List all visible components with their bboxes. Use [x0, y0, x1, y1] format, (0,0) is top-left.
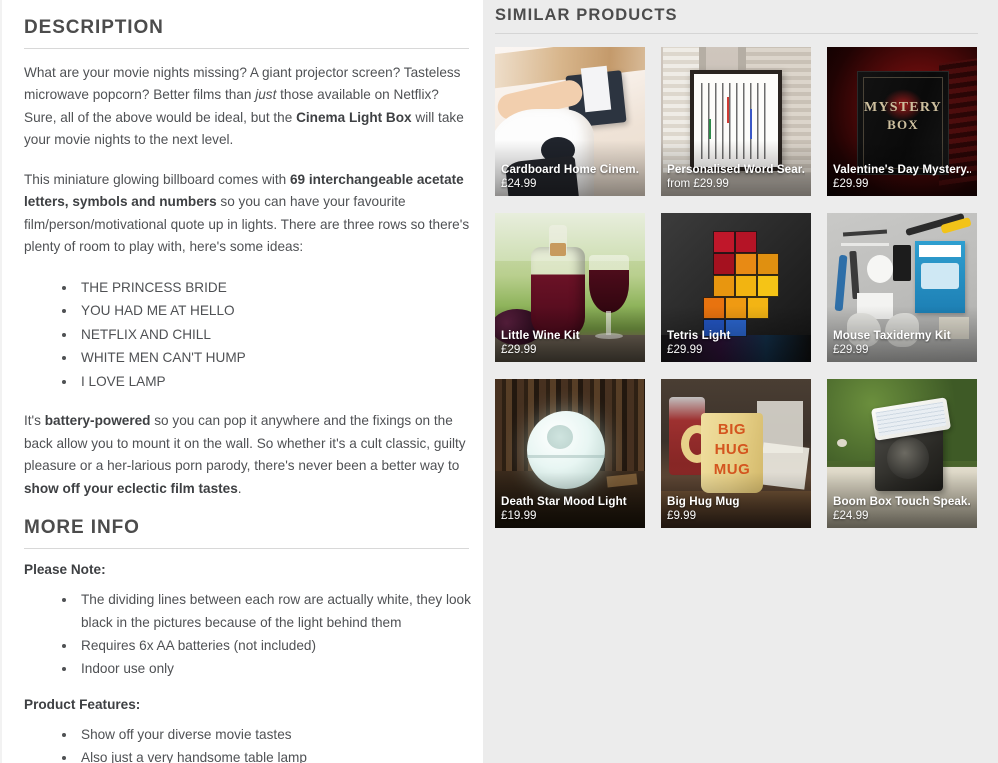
list-item: Requires 6x AA batteries (not included)	[77, 634, 472, 657]
description-paragraph-2: This miniature glowing billboard comes w…	[24, 169, 472, 259]
description-paragraph-3: It's battery-powered so you can pop it a…	[24, 410, 472, 500]
list-item: I LOVE LAMP	[77, 370, 472, 394]
product-caption: Little Wine Kit £29.99	[495, 328, 645, 362]
product-card-tetris-light[interactable]: Tetris Light £29.99	[661, 213, 811, 362]
product-price: £29.99	[667, 343, 703, 356]
product-price: £24.99	[833, 509, 869, 522]
product-caption: Mouse Taxidermy Kit £29.99	[827, 328, 977, 362]
description-heading: DESCRIPTION	[24, 17, 164, 38]
product-title: Tetris Light	[667, 329, 731, 342]
list-item: THE PRINCESS BRIDE	[77, 276, 472, 300]
mystery-box-art-line-1: MYSTERY	[864, 100, 942, 115]
mug-art-line-1: BIG	[717, 421, 747, 438]
product-price: £29.99	[501, 343, 537, 356]
product-caption: Big Hug Mug £9.99	[661, 494, 811, 528]
product-card-little-wine-kit[interactable]: Little Wine Kit £29.99	[495, 213, 645, 362]
product-card-death-star-mood-light[interactable]: Death Star Mood Light £19.99	[495, 379, 645, 528]
product-caption: Boom Box Touch Speak... £24.99	[827, 494, 977, 528]
description-paragraph-1: What are your movie nights missing? A gi…	[24, 62, 472, 152]
similar-products-heading: SIMILAR PRODUCTS	[495, 6, 678, 24]
product-card-valentines-day-mystery-box[interactable]: MYSTERY BOX Valentine's Day Mystery... £…	[827, 47, 977, 196]
desc-p3-bold-1: battery-powered	[44, 413, 151, 429]
product-caption: Valentine's Day Mystery... £29.99	[827, 162, 977, 196]
product-price: £9.99	[667, 509, 697, 522]
product-title: Valentine's Day Mystery...	[833, 163, 971, 176]
more-info-divider	[24, 548, 469, 550]
desc-p3-text-a: It's	[24, 413, 45, 429]
please-note-label: Please Note:	[24, 562, 106, 578]
similar-products-panel: SIMILAR PRODUCTS Cardboard Home Cinem...…	[483, 0, 998, 763]
more-info-section: MORE INFO Please Note: The dividing line…	[24, 517, 483, 763]
product-card-big-hug-mug[interactable]: BIG HUG MUG Big Hug Mug £9.99	[661, 379, 811, 528]
product-price: £29.99	[833, 343, 869, 356]
product-price: £29.99	[833, 177, 869, 190]
product-price: £24.99	[501, 177, 537, 190]
more-info-heading: MORE INFO	[24, 517, 140, 539]
desc-p3-text-c: .	[237, 480, 242, 496]
product-features-list: Show off your diverse movie tastes Also …	[24, 723, 472, 763]
mug-art-line-2: HUG	[714, 441, 750, 458]
product-price: from £29.99	[667, 177, 729, 190]
product-caption: Cardboard Home Cinem... £24.99	[495, 162, 645, 196]
product-title: Big Hug Mug	[667, 495, 740, 508]
list-item: NETFLIX AND CHILL	[77, 323, 472, 347]
similar-products-grid: Cardboard Home Cinem... £24.99 Personali…	[495, 47, 979, 528]
ideas-list: THE PRINCESS BRIDE YOU HAD ME AT HELLO N…	[24, 276, 472, 394]
product-title: Boom Box Touch Speak...	[833, 495, 971, 508]
product-card-cardboard-home-cinema[interactable]: Cardboard Home Cinem... £24.99	[495, 47, 645, 196]
desc-p1-bold: Cinema Light Box	[296, 109, 412, 125]
desc-p1-italic: just	[255, 87, 277, 103]
product-title: Personalised Word Sear...	[667, 163, 805, 176]
product-page: DESCRIPTION What are your movie nights m…	[0, 0, 998, 763]
mystery-box-art-line-2: BOX	[887, 117, 919, 132]
list-item: WHITE MEN CAN'T HUMP	[77, 346, 472, 370]
list-item: Show off your diverse movie tastes	[77, 723, 472, 746]
description-divider	[24, 47, 469, 49]
desc-p2-text-a: This miniature glowing billboard comes w…	[24, 171, 290, 187]
product-card-personalised-word-search[interactable]: Personalised Word Sear... from £29.99	[661, 47, 811, 196]
please-note-list: The dividing lines between each row are …	[24, 588, 472, 680]
product-title: Cardboard Home Cinem...	[501, 163, 639, 176]
product-caption: Tetris Light £29.99	[661, 328, 811, 362]
product-title: Mouse Taxidermy Kit	[833, 329, 951, 342]
product-price: £19.99	[501, 509, 537, 522]
product-features-label: Product Features:	[24, 697, 141, 713]
description-panel: DESCRIPTION What are your movie nights m…	[0, 0, 483, 763]
product-title: Death Star Mood Light	[501, 495, 627, 508]
list-item: Also just a very handsome table lamp	[77, 746, 472, 763]
product-caption: Personalised Word Sear... from £29.99	[661, 162, 811, 196]
product-title: Little Wine Kit	[501, 329, 580, 342]
desc-p3-bold-2: show off your eclectic film tastes	[24, 480, 238, 496]
list-item: Indoor use only	[77, 657, 472, 680]
product-card-boom-box-touch-speaker[interactable]: Boom Box Touch Speak... £24.99	[827, 379, 977, 528]
similar-products-divider	[495, 33, 978, 34]
list-item: YOU HAD ME AT HELLO	[77, 299, 472, 323]
list-item: The dividing lines between each row are …	[77, 588, 472, 634]
product-caption: Death Star Mood Light £19.99	[495, 494, 645, 528]
product-card-mouse-taxidermy-kit[interactable]: Mouse Taxidermy Kit £29.99	[827, 213, 977, 362]
